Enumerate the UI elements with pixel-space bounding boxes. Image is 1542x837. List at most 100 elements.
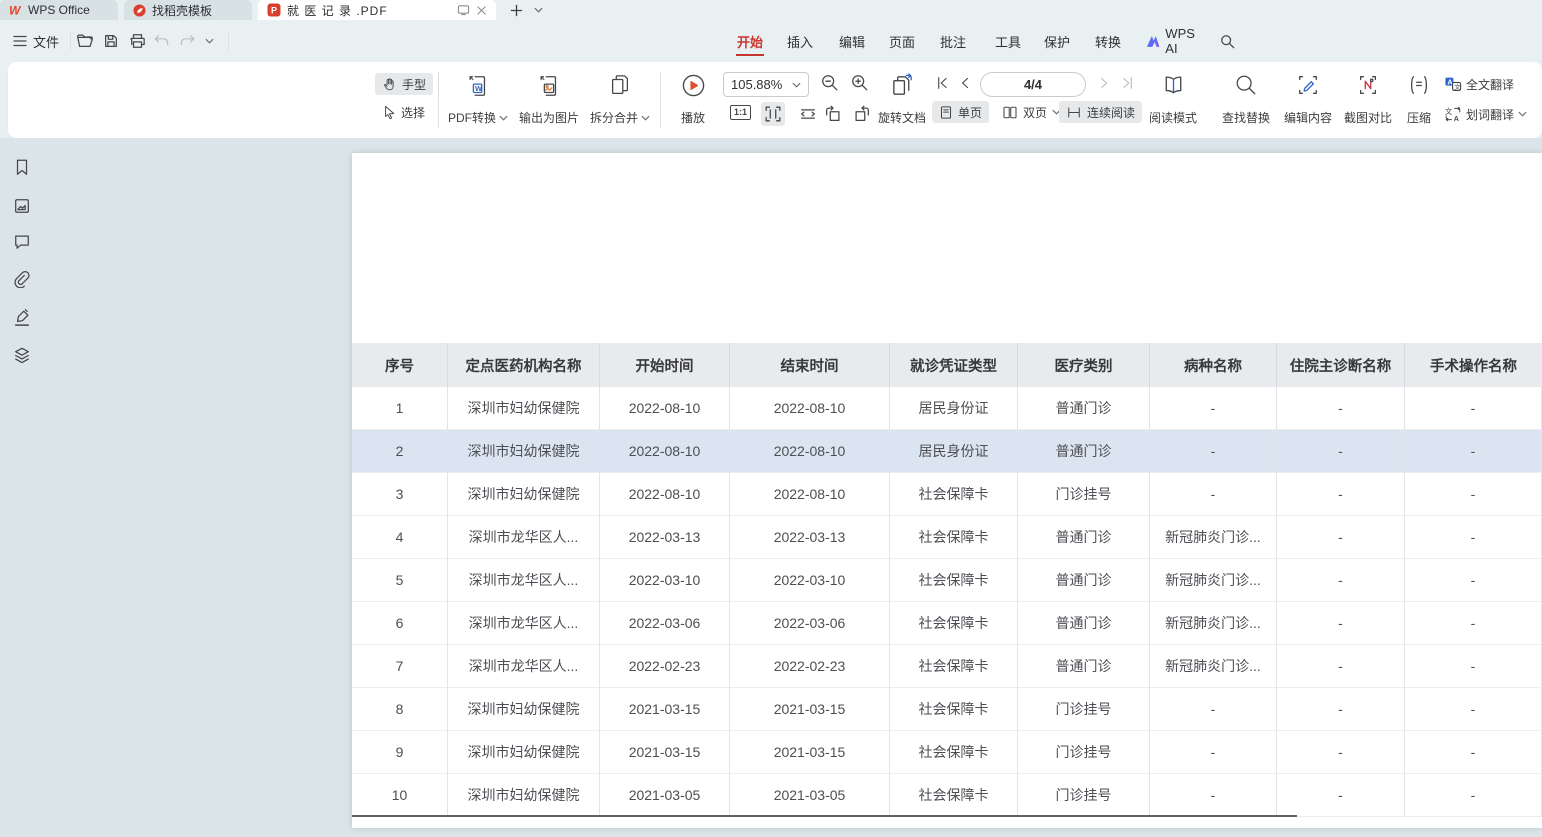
zoom-in-icon[interactable] (850, 73, 870, 93)
wps-ai-label: WPS AI (1165, 26, 1208, 56)
table-cell: 2021-03-15 (600, 731, 730, 774)
new-tab-button[interactable] (506, 1, 526, 19)
search-icon[interactable] (1215, 20, 1239, 62)
table-cell: - (1277, 688, 1405, 731)
table-cell: 门诊挂号 (1018, 774, 1150, 817)
export-image-button[interactable]: 输出为图片 (513, 70, 585, 130)
rotate-right-icon[interactable] (852, 104, 872, 124)
hand-tool-button[interactable]: 手型 (375, 73, 433, 95)
edit-content-button[interactable]: 编辑内容 (1278, 70, 1338, 130)
tab-label: WPS Office (28, 3, 90, 17)
svg-text:文: 文 (1445, 107, 1452, 116)
previous-page-icon[interactable] (956, 74, 974, 92)
select-tool-button[interactable]: 选择 (375, 101, 432, 123)
table-cell: 7 (352, 645, 448, 688)
rotate-document-button[interactable]: 旋转文档 (872, 70, 932, 130)
print-icon[interactable] (124, 20, 150, 62)
table-cell: 深圳市妇幼保健院 (448, 473, 600, 516)
fit-width-button[interactable] (798, 104, 818, 124)
layers-icon[interactable] (13, 346, 33, 366)
table-cell: 深圳市龙华区人... (448, 602, 600, 645)
chevron-down-icon (641, 115, 650, 121)
next-page-icon[interactable] (1095, 74, 1113, 92)
pin-window-icon[interactable] (457, 4, 470, 16)
menu-page[interactable]: 页面 (882, 20, 922, 62)
table-header-cell: 结束时间 (730, 343, 890, 387)
file-menu-button[interactable]: 文件 (10, 20, 62, 62)
compress-button[interactable]: 压缩 (1398, 70, 1440, 130)
attachment-icon[interactable] (13, 270, 33, 290)
docer-icon (133, 4, 146, 17)
wps-ai-button[interactable]: WPS AI (1146, 20, 1208, 62)
table-cell: 2022-02-23 (730, 645, 890, 688)
page-indicator: 4/4 (1024, 77, 1042, 92)
play-button[interactable]: 播放 (671, 70, 715, 130)
last-page-icon[interactable] (1119, 74, 1137, 92)
split-merge-button[interactable]: 拆分合并 (584, 70, 656, 130)
actual-size-button[interactable]: 1:1 (730, 105, 751, 120)
table-cell: 2022-02-23 (600, 645, 730, 688)
table-bottom-border (352, 815, 1297, 817)
zoom-out-icon[interactable] (820, 73, 840, 93)
find-replace-button[interactable]: 查找替换 (1214, 70, 1278, 130)
menu-home[interactable]: 开始 (730, 20, 770, 62)
zoom-select[interactable]: 105.88% (723, 72, 809, 97)
pen-annotation-icon[interactable] (13, 308, 33, 328)
chevron-down-icon (499, 115, 508, 121)
table-cell: 社会保障卡 (890, 688, 1018, 731)
fit-page-button[interactable] (761, 102, 785, 126)
continuous-read-icon (1066, 105, 1082, 120)
save-icon[interactable] (98, 20, 124, 62)
table-cell: 2022-08-10 (730, 430, 890, 473)
comment-icon[interactable] (13, 233, 33, 253)
close-tab-icon[interactable] (476, 5, 487, 16)
single-page-label: 单页 (958, 104, 982, 121)
menu-comment[interactable]: 批注 (933, 20, 973, 62)
rotate-left-icon[interactable] (823, 104, 843, 124)
single-page-button[interactable]: 单页 (932, 101, 989, 123)
screenshot-compare-label: 截图对比 (1344, 109, 1392, 126)
tab-docer-templates[interactable]: 找稻壳模板 (124, 0, 252, 20)
table-cell: - (1405, 602, 1542, 645)
table-cell: - (1150, 731, 1277, 774)
double-page-button[interactable]: 双页 (995, 101, 1068, 123)
table-cell: 深圳市龙华区人... (448, 645, 600, 688)
screenshot-compare-button[interactable]: 截图对比 (1338, 70, 1398, 130)
menu-protect[interactable]: 保护 (1037, 20, 1077, 62)
page-number-input[interactable]: 4/4 (980, 72, 1086, 97)
word-translate-button[interactable]: 文A 划词翻译 (1444, 102, 1527, 126)
menu-insert[interactable]: 插入 (780, 20, 820, 62)
tab-list-chevron[interactable] (530, 1, 546, 19)
table-cell: 普通门诊 (1018, 430, 1150, 473)
select-tool-label: 选择 (401, 104, 425, 121)
full-translate-icon: A文 (1444, 76, 1462, 92)
full-translate-button[interactable]: A文 全文翻译 (1444, 72, 1514, 96)
tab-wps-office[interactable]: W WPS Office (0, 0, 118, 20)
table-header-cell: 序号 (352, 343, 448, 387)
table-cell: - (1405, 731, 1542, 774)
table-cell: 普通门诊 (1018, 602, 1150, 645)
table-cell: 深圳市龙华区人... (448, 559, 600, 602)
edit-content-icon (1296, 73, 1320, 97)
pdf-convert-button[interactable]: W PDF转换 (442, 70, 514, 130)
menu-tools[interactable]: 工具 (988, 20, 1028, 62)
redo-icon[interactable] (174, 20, 200, 62)
thumbnail-icon[interactable] (13, 197, 33, 217)
table-cell: 社会保障卡 (890, 559, 1018, 602)
table-cell: 社会保障卡 (890, 602, 1018, 645)
open-file-icon[interactable] (72, 20, 98, 62)
tab-document-active[interactable]: P 就 医 记 录 .PDF (258, 0, 496, 20)
full-translate-label: 全文翻译 (1466, 76, 1514, 93)
read-mode-button[interactable]: 阅读模式 (1142, 70, 1204, 130)
screenshot-compare-icon (1356, 73, 1380, 97)
undo-icon[interactable] (148, 20, 174, 62)
first-page-icon[interactable] (933, 74, 951, 92)
quick-access-chevron[interactable] (200, 20, 218, 62)
menu-convert[interactable]: 转换 (1088, 20, 1128, 62)
continuous-read-button[interactable]: 连续阅读 (1059, 101, 1142, 123)
menu-edit[interactable]: 编辑 (832, 20, 872, 62)
bookmark-icon[interactable] (13, 158, 33, 178)
table-cell: 2021-03-15 (600, 688, 730, 731)
table-cell: - (1277, 602, 1405, 645)
double-page-label: 双页 (1023, 104, 1047, 121)
